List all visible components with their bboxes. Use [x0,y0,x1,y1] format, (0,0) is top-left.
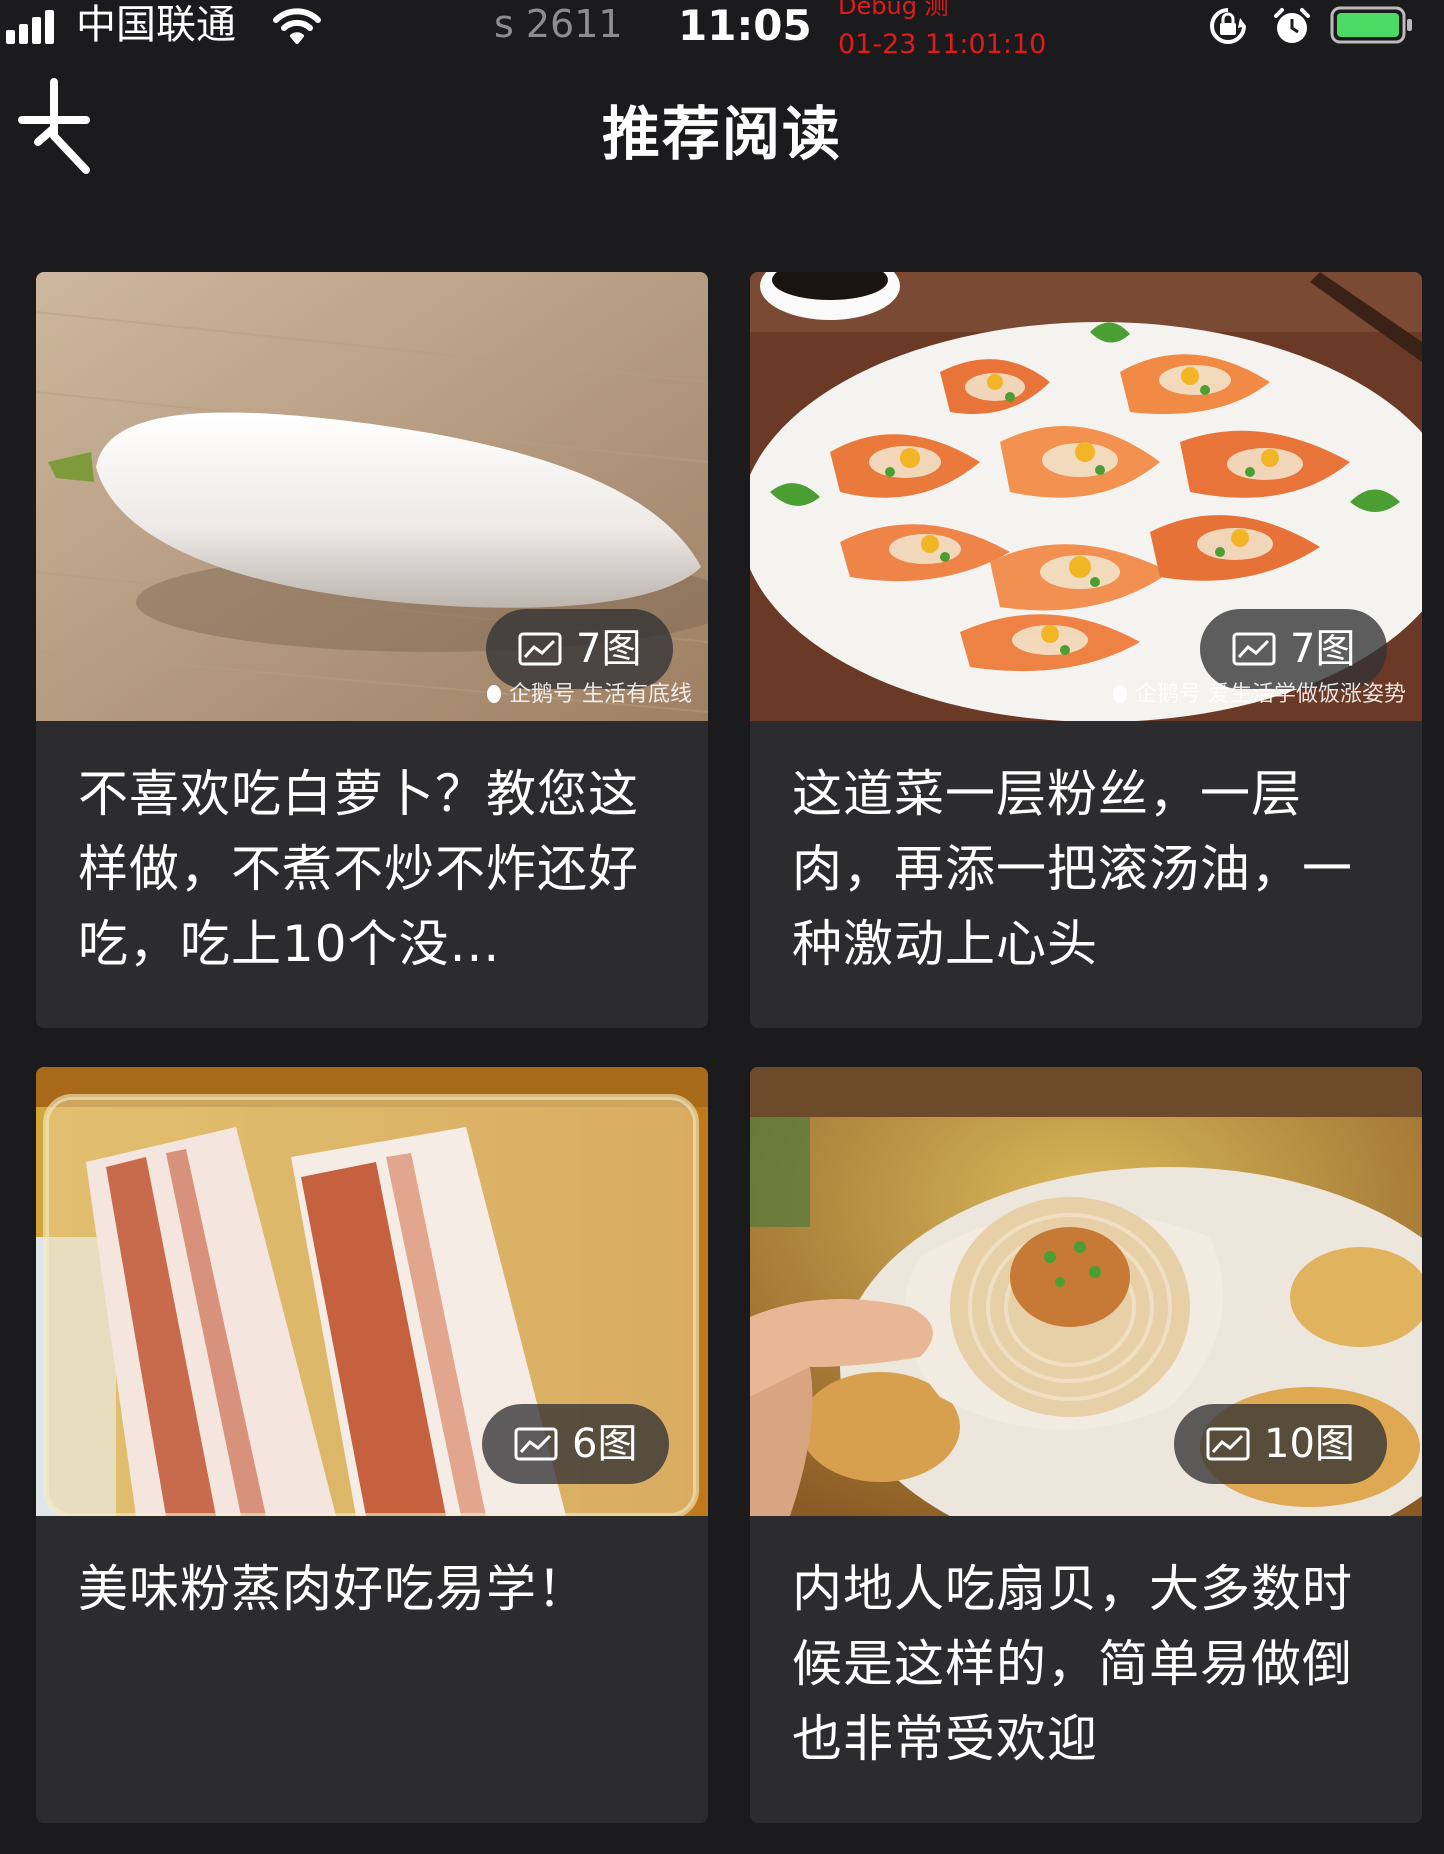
picture-icon [1206,1427,1250,1461]
image-count: 10图 [1264,1421,1355,1467]
alarm-icon [1270,6,1314,46]
image-count-badge: 6图 [482,1404,670,1484]
page-title: 推荐阅读 [601,100,842,168]
penguin-icon [1113,685,1127,703]
status-time: 11:05 [678,1,812,50]
image-count: 7图 [576,626,642,672]
article-card-pork-belly[interactable]: 6图 美味粉蒸肉好吃易学！ [36,1067,708,1823]
image-count-badge: 7图 [1200,609,1388,689]
status-bar: 中国联通 s 2611 11:05 Debug 测 01-23 11:01:10 [0,0,1444,60]
article-title: 内地人吃扇贝，大多数时候是这样的，简单易做倒也非常受欢迎 [792,1560,1353,1768]
image-count-badge: 10图 [1174,1404,1387,1484]
picture-icon [1232,632,1276,666]
image-count-badge: 7图 [486,609,674,689]
image-count: 6图 [572,1421,638,1467]
penguin-icon [487,685,501,703]
debug-label: Debug 测 [838,0,949,20]
article-title: 不喜欢吃白萝卜？教您这样做，不煮不炒不炸还好吃，吃上10个没... [78,765,639,973]
article-title: 这道菜一层粉丝，一层肉，再添一把滚汤油，一种激动上心头 [792,765,1353,973]
wifi-icon [272,6,322,46]
signal-icon [6,8,66,44]
image-count: 7图 [1290,626,1356,672]
carrier-name: 中国联通 [76,2,236,48]
nav-bar: 推荐阅读 [0,56,1444,176]
article-card-scallops[interactable]: 7图 企鹅号 爱生活学做饭涨姿势 这道菜一层粉丝，一层肉，再添一把滚汤油，一种激… [750,272,1422,1028]
orientation-lock-icon [1206,6,1250,46]
article-title: 美味粉蒸肉好吃易学！ [78,1560,588,1618]
article-card-scallop-vermicelli[interactable]: 10图 内地人吃扇贝，大多数时候是这样的，简单易做倒也非常受欢迎 [750,1067,1422,1823]
source-watermark: 企鹅号 生活有底线 [485,680,692,710]
source-watermark: 企鹅号 爱生活学做饭涨姿势 [1111,680,1406,710]
debug-session-text: s 2611 [494,2,623,46]
article-card-radish[interactable]: 7图 企鹅号 生活有底线 不喜欢吃白萝卜？教您这样做，不煮不炒不炸还好吃，吃上1… [36,272,708,1028]
battery-icon [1330,6,1414,44]
picture-icon [518,632,562,666]
picture-icon [514,1427,558,1461]
